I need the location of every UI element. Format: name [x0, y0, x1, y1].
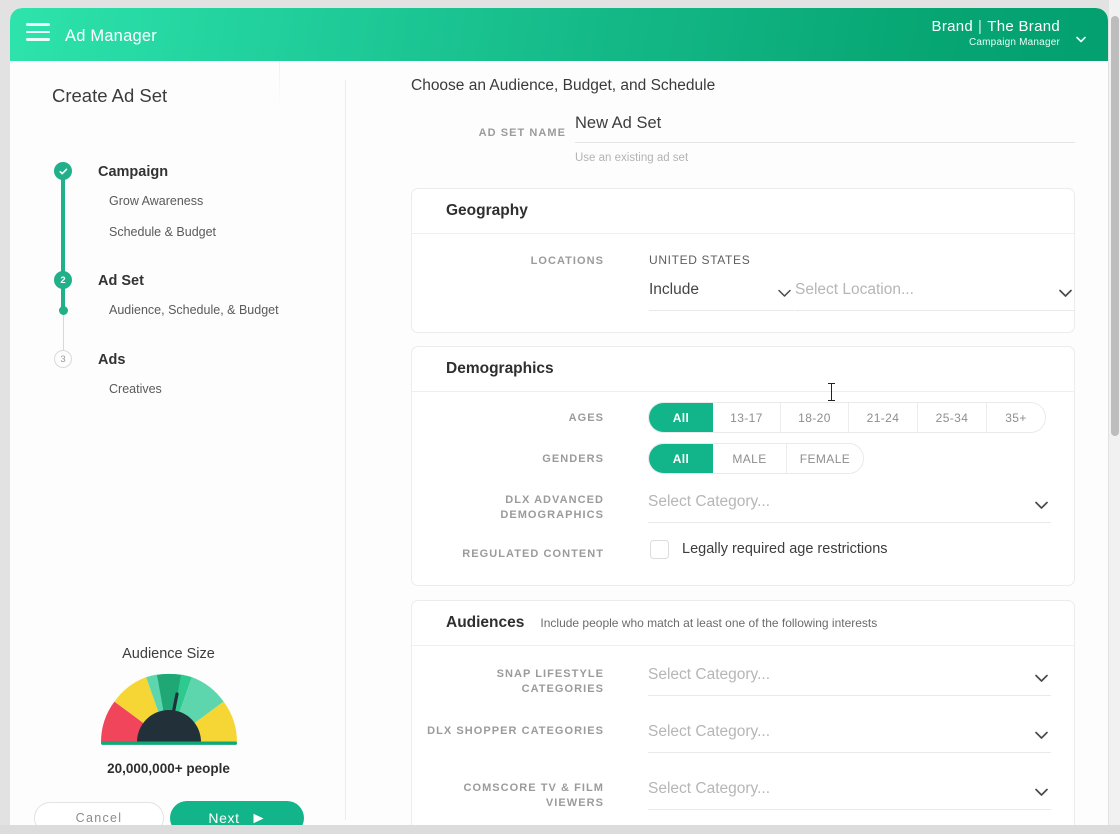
locations-label: LOCATIONS [530, 255, 604, 267]
audiences-subtitle: Include people who match at least one of… [540, 616, 878, 630]
regulated-content-label: REGULATED CONTENT [462, 548, 604, 560]
genders-option-male[interactable]: MALE [713, 444, 787, 473]
sidebar-item-ad-set[interactable]: Ad Set [98, 273, 144, 289]
dlx-shopper-categories-label: DLX SHOPPER CATEGORIES [427, 725, 604, 737]
ad-set-name-input[interactable] [575, 114, 1075, 143]
audience-size-gauge [98, 670, 240, 750]
include-exclude-select[interactable]: Include [649, 278, 794, 311]
genders-label: GENDERS [542, 453, 604, 465]
vertical-scrollbar-track[interactable] [1108, 0, 1120, 834]
main-content: Choose an Audience, Budget, and Schedule… [345, 52, 1108, 826]
brand-switcher[interactable]: Brand | The Brand Campaign Manager [932, 18, 1060, 48]
location-placeholder: Select Location... [795, 281, 914, 298]
substep-marker-audience [59, 306, 68, 315]
chevron-down-icon[interactable] [1034, 500, 1049, 510]
chevron-down-icon[interactable] [1034, 787, 1049, 797]
audiences-card-header: Audiences Include people who match at le… [412, 601, 1074, 646]
dlx-label-line1: DLX ADVANCED [505, 494, 604, 506]
ages-option-21-24[interactable]: 21-24 [849, 403, 918, 432]
include-exclude-value: Include [649, 281, 699, 298]
regulated-content-checkbox-label[interactable]: Legally required age restrictions [682, 541, 888, 557]
ad-set-name-field-group: Use an existing ad set [575, 114, 1075, 164]
next-button-label: Next [208, 810, 240, 826]
audience-size-title: Audience Size [122, 646, 215, 662]
app-header: Ad Manager Brand | The Brand Campaign Mana… [10, 8, 1108, 61]
chevron-down-icon[interactable] [1058, 288, 1073, 298]
audiences-card: Audiences Include people who match at le… [411, 600, 1075, 826]
sidebar-subitem-grow-awareness[interactable]: Grow Awareness [109, 194, 203, 208]
cancel-button[interactable]: Cancel [34, 802, 164, 826]
app-title: Ad Manager [65, 27, 157, 45]
wizard-sidebar: Create Ad Set 2 3 Campaign Grow Awarenes… [10, 52, 345, 826]
demographics-card: Demographics AGES All 13-17 18-20 21-24 … [411, 346, 1075, 586]
step-marker-adset[interactable]: 2 [54, 271, 72, 289]
comscore-placeholder: Select Category... [648, 780, 771, 797]
text-cursor [828, 383, 835, 402]
comscore-tv-film-viewers-select[interactable]: Select Category... [648, 777, 1051, 810]
ages-option-25-34[interactable]: 25-34 [918, 403, 987, 432]
main-heading: Choose an Audience, Budget, and Schedule [411, 77, 716, 94]
sidebar-item-campaign[interactable]: Campaign [98, 164, 168, 180]
genders-option-female[interactable]: FEMALE [787, 444, 863, 473]
snap-label-line1: SNAP LIFESTYLE [496, 668, 604, 680]
play-arrow-icon [253, 813, 264, 823]
page-title: Create Ad Set [52, 85, 168, 106]
geography-title: Geography [446, 202, 528, 219]
use-existing-ad-set-link[interactable]: Use an existing ad set [575, 152, 1075, 164]
ad-set-name-label: AD SET NAME [478, 127, 566, 139]
chevron-down-icon[interactable] [1074, 32, 1088, 46]
snap-label-line2: CATEGORIES [521, 682, 604, 695]
demographics-card-header: Demographics [412, 347, 1074, 392]
dlx-advanced-demographics-label: DLX ADVANCED DEMOGRAPHICS [364, 493, 604, 522]
check-icon [58, 168, 67, 174]
step-marker-ads[interactable]: 3 [54, 350, 72, 368]
country-value: UNITED STATES [649, 253, 751, 267]
snap-lifestyle-categories-label: SNAP LIFESTYLE CATEGORIES [364, 667, 604, 696]
ages-label: AGES [568, 412, 604, 424]
hamburger-icon[interactable] [26, 23, 50, 43]
chevron-down-icon[interactable] [1034, 673, 1049, 683]
ad-manager-app: Ad Manager Brand | The Brand Campaign Mana… [10, 8, 1108, 826]
ages-segmented-control[interactable]: All 13-17 18-20 21-24 25-34 35+ [648, 402, 1046, 433]
ages-option-35-plus[interactable]: 35+ [987, 403, 1045, 432]
demographics-title: Demographics [446, 360, 554, 377]
snap-lifestyle-categories-select[interactable]: Select Category... [648, 663, 1051, 696]
brand-names: Brand | The Brand [932, 18, 1060, 35]
audiences-title: Audiences [446, 614, 525, 631]
sidebar-item-ads[interactable]: Ads [98, 352, 125, 368]
location-select[interactable]: Select Location... [795, 278, 1075, 311]
dlx-label-line2: DEMOGRAPHICS [500, 508, 604, 521]
dlx-advanced-demographics-select[interactable]: Select Category... [648, 490, 1051, 523]
brand-separator: | [978, 18, 983, 35]
stepper-rail-completed [61, 170, 65, 310]
window-bottom-edge [0, 825, 1120, 834]
comscore-tv-film-viewers-label: COMSCORE TV & FILM VIEWERS [364, 781, 604, 810]
brand-right-label: The Brand [987, 18, 1060, 35]
dlx-shopper-categories-select[interactable]: Select Category... [648, 720, 1051, 753]
sidebar-subitem-schedule-budget[interactable]: Schedule & Budget [109, 225, 216, 239]
snap-lifestyle-placeholder: Select Category... [648, 666, 771, 683]
sidebar-subitem-creatives[interactable]: Creatives [109, 382, 162, 396]
brand-left-label: Brand [931, 18, 974, 35]
chevron-down-icon[interactable] [1034, 730, 1049, 740]
vertical-scrollbar-thumb[interactable] [1111, 16, 1119, 436]
ages-option-18-20[interactable]: 18-20 [781, 403, 849, 432]
dlx-placeholder: Select Category... [648, 493, 771, 510]
sidebar-subitem-audience-schedule-budget[interactable]: Audience, Schedule, & Budget [109, 303, 279, 317]
audience-size-count: 20,000,000+ people [107, 761, 230, 776]
regulated-content-checkbox[interactable] [650, 540, 669, 559]
step-marker-campaign[interactable] [54, 162, 72, 180]
genders-option-all[interactable]: All [649, 444, 713, 473]
geography-card: Geography LOCATIONS UNITED STATES Includ… [411, 188, 1075, 333]
ages-option-all[interactable]: All [649, 403, 713, 432]
brand-role-label: Campaign Manager [968, 37, 1060, 48]
ages-option-13-17[interactable]: 13-17 [713, 403, 781, 432]
chevron-down-icon[interactable] [777, 288, 792, 298]
next-button[interactable]: Next [170, 801, 304, 826]
comscore-label-line2: VIEWERS [545, 796, 604, 809]
geography-card-header: Geography [412, 189, 1074, 234]
dlx-shopper-placeholder: Select Category... [648, 723, 771, 740]
comscore-label-line1: COMSCORE TV & FILM [463, 782, 604, 794]
genders-segmented-control[interactable]: All MALE FEMALE [648, 443, 864, 474]
